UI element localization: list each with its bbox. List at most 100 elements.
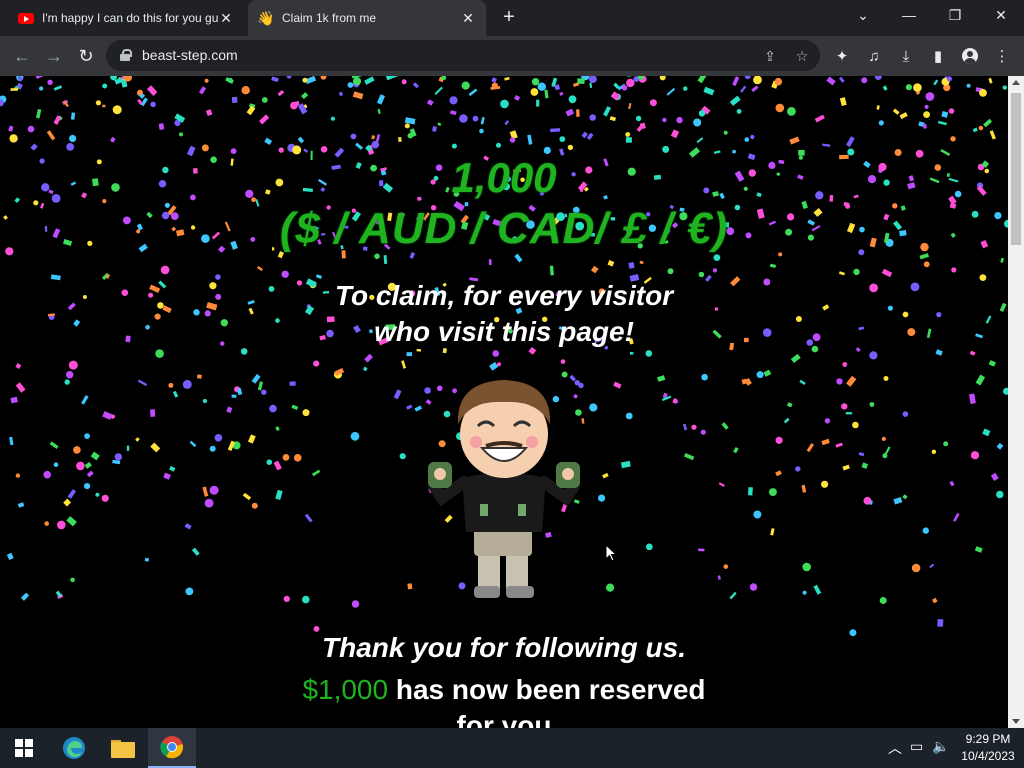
volume-icon[interactable]: 🔈 [932, 738, 949, 755]
confetti-piece [657, 375, 666, 382]
amount-heading: 1,000 [451, 154, 557, 201]
clock-time: 9:29 PM [965, 732, 1011, 746]
confetti-piece [598, 494, 606, 502]
url-text[interactable]: beast-step.com [142, 47, 238, 63]
confetti-piece [291, 404, 299, 410]
tab-search-icon[interactable]: ⌄ [840, 0, 886, 30]
close-icon[interactable]: ✕ [460, 10, 476, 27]
download-icon[interactable]: ⤓ [892, 42, 920, 70]
confetti-piece [271, 76, 279, 83]
confetti-piece [189, 440, 197, 448]
close-icon[interactable]: ✕ [218, 10, 234, 27]
confetti-piece [649, 99, 657, 107]
confetti-piece [489, 361, 499, 371]
confetti-piece [802, 590, 807, 595]
confetti-piece [775, 436, 783, 444]
confetti-piece [802, 562, 811, 572]
windows-start-icon[interactable] [0, 728, 48, 768]
confetti-piece [874, 76, 882, 80]
confetti-piece [625, 412, 633, 420]
confetti-piece [733, 447, 739, 454]
confetti-piece [769, 263, 777, 269]
confetti-piece [480, 116, 485, 125]
network-icon[interactable]: ▭ [910, 738, 923, 755]
confetti-piece [941, 110, 949, 118]
scroll-up-arrow-icon[interactable] [1012, 80, 1020, 85]
address-bar[interactable]: beast-step.com ⇪ ☆ [106, 40, 820, 71]
file-explorer-icon[interactable] [99, 728, 147, 768]
confetti-piece [459, 114, 468, 123]
show-hidden-icons-chevron-icon[interactable]: ︿ [888, 738, 902, 758]
confetti-piece [257, 381, 263, 391]
window-close-button[interactable]: ✕ [978, 0, 1024, 30]
confetti-piece [8, 125, 14, 132]
confetti-piece [683, 86, 688, 91]
confetti-piece [256, 266, 263, 272]
confetti-piece [68, 360, 78, 370]
confetti-piece [924, 104, 929, 109]
forward-button[interactable]: → [40, 42, 68, 70]
reload-button[interactable]: ↻ [72, 42, 100, 70]
confetti-piece [747, 487, 753, 496]
confetti-piece [629, 351, 634, 355]
confetti-piece [377, 108, 381, 115]
confetti-piece [659, 76, 666, 81]
side-panel-icon[interactable]: ▮ [924, 42, 952, 70]
confetti-piece [577, 78, 585, 84]
menu-kebab-icon[interactable]: ⋮ [988, 42, 1016, 70]
profile-icon[interactable] [956, 42, 984, 70]
confetti-piece [813, 584, 822, 595]
system-clock[interactable]: 9:29 PM 10/4/2023 [958, 731, 1018, 765]
confetti-piece [989, 130, 996, 140]
vertical-scrollbar[interactable] [1008, 76, 1024, 728]
confetti-piece [504, 120, 510, 126]
confetti-piece [500, 99, 509, 109]
confetti-piece [199, 86, 207, 95]
minimize-button[interactable]: — [886, 0, 932, 30]
confetti-piece [160, 265, 170, 275]
confetti-piece [696, 137, 704, 144]
confetti-piece [225, 76, 234, 84]
confetti-piece [774, 77, 783, 86]
scroll-thumb[interactable] [1011, 93, 1021, 245]
scroll-down-arrow-icon[interactable] [1012, 719, 1020, 724]
media-control-icon[interactable]: ♫ [860, 42, 888, 70]
tab-youtube[interactable]: I'm happy I can do this for you guys ✕ [8, 0, 244, 36]
tab-claim[interactable]: 👋 Claim 1k from me ✕ [248, 0, 486, 36]
new-tab-button[interactable]: + [498, 7, 520, 28]
back-button[interactable]: ← [8, 42, 36, 70]
share-icon[interactable]: ⇪ [760, 46, 780, 66]
confetti-piece [879, 597, 887, 604]
confetti-piece [39, 86, 44, 91]
confetti-piece [492, 350, 500, 357]
bookmark-star-icon[interactable]: ☆ [792, 46, 812, 66]
confetti-piece [347, 82, 354, 88]
confetti-piece [923, 111, 930, 118]
confetti-piece [15, 363, 22, 369]
confetti-piece [892, 108, 900, 115]
confetti-piece [259, 114, 270, 125]
confetti-piece [718, 482, 725, 487]
confetti-piece [364, 353, 373, 363]
confetti-piece [514, 253, 523, 263]
confetti-piece [966, 83, 971, 88]
chrome-browser-icon[interactable] [148, 728, 196, 768]
confetti-piece [313, 626, 320, 632]
confetti-piece [881, 268, 893, 278]
edge-browser-icon[interactable] [50, 728, 98, 768]
confetti-piece [488, 259, 492, 266]
confetti-piece [884, 446, 891, 456]
extensions-icon[interactable]: ✦ [828, 42, 856, 70]
confetti-piece [836, 378, 843, 385]
confetti-piece [490, 86, 501, 90]
confetti-piece [543, 146, 551, 154]
confetti-piece [172, 390, 179, 398]
confetti-piece [84, 433, 90, 439]
confetti-piece [667, 268, 674, 275]
lock-icon[interactable] [120, 49, 132, 61]
confetti-piece [1002, 85, 1007, 90]
restore-button[interactable]: ❐ [932, 0, 978, 30]
confetti-piece [47, 79, 53, 85]
confetti-piece [426, 99, 434, 106]
confetti-piece [801, 484, 807, 493]
